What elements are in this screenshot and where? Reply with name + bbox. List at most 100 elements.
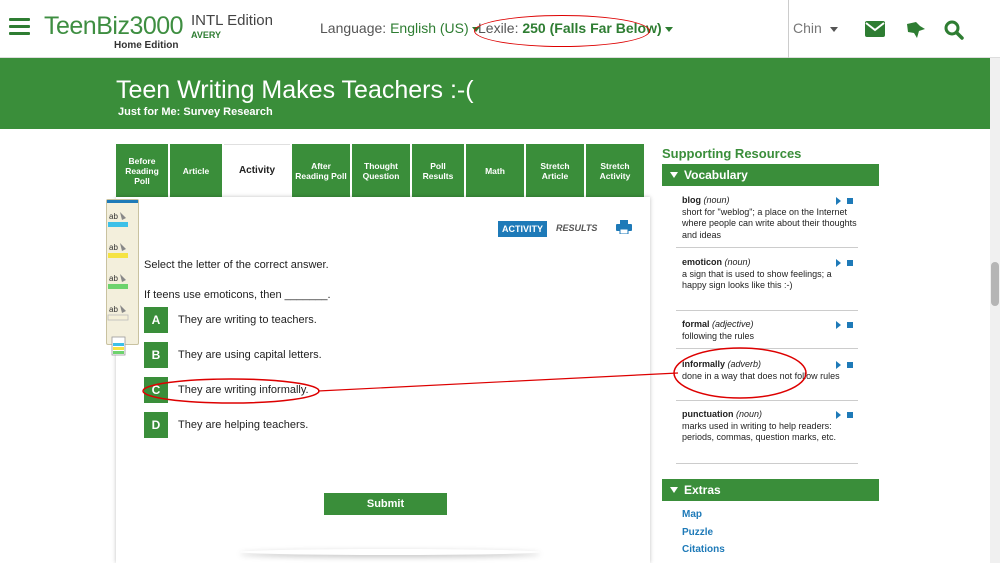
tab-thought-question[interactable]: Thought Question bbox=[352, 144, 410, 197]
activity-panel: ACTIVITY RESULTS Select the letter of th… bbox=[116, 197, 650, 563]
vocab-pos: (noun) bbox=[703, 195, 730, 205]
vocab-item-emoticon: emoticon (noun) a sign that is used to s… bbox=[682, 257, 858, 292]
tab-before-reading-poll[interactable]: Before Reading Poll bbox=[116, 144, 168, 197]
tab-activity[interactable]: Activity bbox=[224, 144, 290, 197]
vocab-definition: following the rules bbox=[682, 330, 755, 341]
answer-option-d[interactable]: D They are helping teachers. bbox=[144, 412, 308, 438]
extras-link-map[interactable]: Map bbox=[682, 509, 702, 520]
divider bbox=[240, 549, 540, 555]
divider bbox=[676, 348, 858, 349]
play-icon bbox=[836, 197, 841, 205]
user-menu[interactable]: Chin bbox=[793, 20, 838, 36]
stop-icon bbox=[847, 198, 853, 204]
logo-text: TeenBiz3000 bbox=[44, 12, 184, 40]
divider bbox=[788, 0, 789, 58]
vocab-play-formal[interactable] bbox=[836, 321, 856, 329]
vocab-item-formal: formal (adjective) following the rules bbox=[682, 319, 858, 342]
svg-text:ab: ab bbox=[109, 212, 118, 221]
annotation-circle-lexile bbox=[474, 15, 650, 47]
menu-icon[interactable] bbox=[9, 18, 30, 36]
play-icon bbox=[836, 321, 841, 329]
scrollbar[interactable] bbox=[990, 58, 1000, 563]
scrollbar-thumb[interactable] bbox=[991, 262, 999, 306]
highlighter-yellow-icon[interactable]: ab bbox=[107, 242, 129, 260]
svg-text:ab: ab bbox=[109, 274, 118, 283]
vocabulary-header[interactable]: Vocabulary bbox=[662, 164, 879, 186]
option-letter[interactable]: B bbox=[144, 342, 168, 368]
option-letter[interactable]: A bbox=[144, 307, 168, 333]
notes-icon[interactable] bbox=[107, 335, 129, 357]
highlighter-blue-icon[interactable]: ab bbox=[107, 211, 129, 229]
submit-button[interactable]: Submit bbox=[324, 493, 447, 515]
vocab-word: emoticon bbox=[682, 257, 723, 267]
vocab-pos: (adverb) bbox=[727, 359, 762, 369]
tab-after-reading-poll[interactable]: After Reading Poll bbox=[292, 144, 350, 197]
logo-subtitle: Home Edition bbox=[114, 40, 179, 51]
answer-option-c[interactable]: C They are writing informally. bbox=[144, 377, 309, 403]
answer-option-b[interactable]: B They are using capital letters. bbox=[144, 342, 322, 368]
language-selector[interactable]: Language: English (US) bbox=[320, 20, 480, 36]
user-school: AVERY bbox=[191, 30, 222, 40]
vocab-word: blog bbox=[682, 195, 701, 205]
vocab-definition: a sign that is used to show feelings; a … bbox=[682, 268, 832, 291]
annotation-toolbar: ab ab ab ab bbox=[106, 199, 139, 356]
top-header: TeenBiz3000 Home Edition INTL Edition AV… bbox=[0, 0, 1000, 58]
toolbar-handle[interactable] bbox=[107, 200, 138, 203]
article-banner: Teen Writing Makes Teachers :-( Just for… bbox=[0, 58, 1000, 129]
tab-article[interactable]: Article bbox=[170, 144, 222, 197]
vocab-play-informally[interactable] bbox=[836, 361, 856, 369]
extras-link-citations[interactable]: Citations bbox=[682, 544, 725, 555]
supporting-resources-title: Supporting Resources bbox=[662, 146, 802, 161]
option-text: They are using capital letters. bbox=[178, 349, 322, 361]
stop-icon bbox=[847, 322, 853, 328]
search-icon[interactable] bbox=[944, 20, 964, 40]
tab-poll-results[interactable]: Poll Results bbox=[412, 144, 464, 197]
printer-icon[interactable] bbox=[616, 220, 632, 234]
tab-stretch-article[interactable]: Stretch Article bbox=[526, 144, 584, 197]
stop-icon bbox=[847, 260, 853, 266]
results-mode-button[interactable]: RESULTS bbox=[556, 223, 597, 233]
activity-mode-button[interactable]: ACTIVITY bbox=[498, 221, 548, 237]
vocab-item-blog: blog (noun) short for "weblog"; a place … bbox=[682, 195, 858, 241]
vocab-item-punctuation: punctuation (noun) marks used in writing… bbox=[682, 409, 858, 444]
vocab-play-punctuation[interactable] bbox=[836, 411, 856, 419]
stop-icon bbox=[847, 412, 853, 418]
page-title: Teen Writing Makes Teachers :-( bbox=[116, 76, 474, 104]
play-icon bbox=[836, 411, 841, 419]
language-value: English (US) bbox=[390, 20, 469, 36]
answer-option-a[interactable]: A They are writing to teachers. bbox=[144, 307, 317, 333]
bird-icon[interactable] bbox=[904, 20, 926, 40]
vocab-play-emoticon[interactable] bbox=[836, 259, 856, 267]
divider bbox=[676, 463, 858, 464]
tab-stretch-activity[interactable]: Stretch Activity bbox=[586, 144, 644, 197]
vocab-word: punctuation bbox=[682, 409, 734, 419]
extras-link-puzzle[interactable]: Puzzle bbox=[682, 527, 713, 538]
vocab-word: informally bbox=[682, 359, 726, 369]
eraser-icon[interactable]: ab bbox=[107, 304, 129, 322]
language-label: Language: bbox=[320, 20, 387, 36]
vocab-item-informally: informally (adverb) done in a way that d… bbox=[682, 359, 858, 382]
chevron-down-icon bbox=[829, 26, 838, 32]
vocab-pos: (noun) bbox=[724, 257, 751, 267]
page-subtitle: Just for Me: Survey Research bbox=[118, 106, 273, 118]
option-text: They are helping teachers. bbox=[178, 419, 309, 431]
chevron-down-icon bbox=[664, 26, 673, 32]
extras-header[interactable]: Extras bbox=[662, 479, 879, 501]
logo[interactable]: TeenBiz3000 Home Edition bbox=[44, 12, 184, 51]
user-name: Chin bbox=[793, 20, 822, 36]
instruction-text: Select the letter of the correct answer. bbox=[144, 259, 329, 271]
option-letter[interactable]: D bbox=[144, 412, 168, 438]
vocab-pos: (noun) bbox=[736, 409, 763, 419]
vocab-definition: short for "weblog"; a place on the Inter… bbox=[682, 206, 857, 240]
vocab-play-blog[interactable] bbox=[836, 197, 856, 205]
step-tabs: Before Reading Poll Article Activity Aft… bbox=[116, 144, 646, 197]
mail-icon[interactable] bbox=[864, 20, 886, 38]
vocab-word: formal bbox=[682, 319, 710, 329]
vocab-pos: (adjective) bbox=[712, 319, 754, 329]
divider bbox=[676, 310, 858, 311]
highlighter-green-icon[interactable]: ab bbox=[107, 273, 129, 291]
vocab-definition: marks used in writing to help readers: p… bbox=[682, 420, 837, 443]
svg-text:ab: ab bbox=[109, 243, 118, 252]
option-letter[interactable]: C bbox=[144, 377, 168, 403]
tab-math[interactable]: Math bbox=[466, 144, 524, 197]
